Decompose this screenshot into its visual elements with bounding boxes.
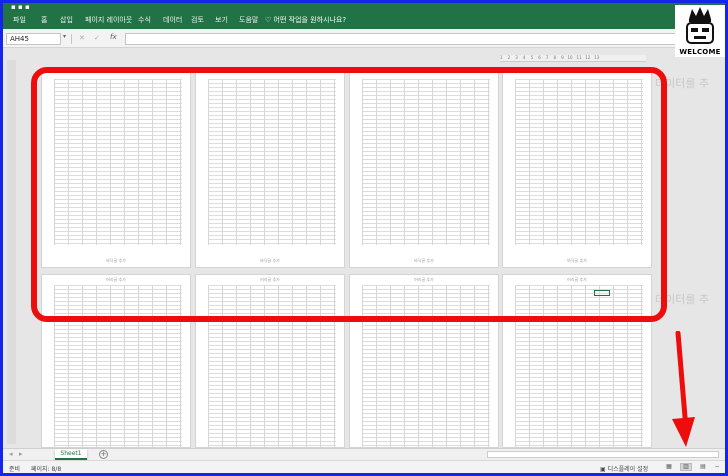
tab-review[interactable]: 검토 (191, 15, 204, 25)
ruler-col: 7 (545, 55, 549, 60)
ruler-col: 8 (553, 55, 557, 60)
quick-access-toolbar[interactable]: ▪ ▪ ▪ (11, 4, 30, 11)
tab-file[interactable]: 파일 (13, 15, 26, 25)
horizontal-scrollbar[interactable] (487, 451, 719, 458)
formula-bar: AH45 ▾ ✕ ✓ fx (3, 29, 725, 48)
name-box[interactable]: AH45 (6, 33, 61, 45)
crown-shape (689, 7, 711, 19)
crown-band (689, 19, 711, 22)
tab-page-layout[interactable]: 페이지 레이아웃 (85, 15, 132, 25)
chevron-down-icon[interactable]: ▾ (63, 33, 66, 40)
mouth (694, 36, 706, 39)
welcome-logo: WELCOME (675, 5, 725, 57)
tab-home[interactable]: 홈 (41, 15, 47, 25)
tab-data[interactable]: 데이터 (163, 15, 182, 25)
zoom-out-icon[interactable]: − (711, 463, 723, 471)
title-bar: ▪ ▪ ▪ (3, 3, 725, 12)
status-bar: 준비 페이지: 8/8 ▣ 디스플레이 설정 ▦ ▥ ▤ − (3, 460, 725, 473)
sheet-tab[interactable]: Sheet1 (55, 449, 87, 460)
arrow-shaft (675, 331, 689, 432)
lightbulb-icon: ♡ (265, 16, 272, 24)
highlight-box (31, 67, 667, 322)
left-eye (691, 28, 698, 32)
chevron-left-icon[interactable]: ◂ (9, 450, 13, 458)
logo-text: WELCOME (679, 48, 721, 56)
display-settings[interactable]: ▣ 디스플레이 설정 (600, 464, 648, 473)
tab-help[interactable]: 도움말 (239, 15, 258, 25)
right-eye (702, 28, 709, 32)
ruler-col: 1 (500, 55, 503, 60)
mascot-icon (686, 7, 714, 44)
excel-window: ▪ ▪ ▪ 파일 홈 삽입 페이지 레이아웃 수식 데이터 검토 보기 도움말 … (0, 0, 728, 476)
formula-input[interactable] (125, 33, 722, 45)
tab-insert[interactable]: 삽입 (60, 15, 73, 25)
ribbon-tabs: 파일 홈 삽입 페이지 레이아웃 수식 데이터 검토 보기 도움말 ♡ 어떤 작… (3, 12, 725, 29)
ruler-col: 12 (585, 55, 591, 60)
divider (71, 34, 72, 44)
ruler-col: 9 (561, 55, 564, 60)
ruler-col: 6 (538, 55, 541, 60)
ruler-col: 13 (594, 55, 600, 60)
arrow-down-icon (672, 331, 695, 447)
close-icon[interactable]: ✕ (79, 33, 85, 43)
ruler-col: 4 (522, 55, 526, 60)
insert-function-button[interactable]: fx (110, 33, 117, 41)
status-ready: 준비 (9, 466, 21, 473)
ruler-col: 10 (567, 55, 573, 60)
ruler-col: 5 (530, 55, 534, 60)
ruler-col: 11 (576, 55, 582, 60)
page-break-preview-icon[interactable]: ▥ (680, 463, 692, 471)
check-icon[interactable]: ✓ (94, 33, 100, 43)
page-layout-view-icon[interactable]: ▤ (697, 463, 709, 471)
vertical-ruler (7, 60, 16, 444)
normal-view-icon[interactable]: ▦ (663, 463, 675, 471)
ruler-col: 3 (515, 55, 518, 60)
tab-view[interactable]: 보기 (215, 15, 228, 25)
tell-me-search[interactable]: ♡ 어떤 작업을 원하시나요? (265, 15, 346, 25)
tell-me-label: 어떤 작업을 원하시나요? (273, 16, 347, 24)
tab-formulas[interactable]: 수식 (138, 15, 151, 25)
ruler-col: 2 (507, 55, 511, 60)
column-ruler: 1 2 3 4 5 6 7 8 9 10 11 12 13 (500, 55, 646, 62)
display-settings-label: 디스플레이 설정 (607, 466, 649, 473)
arrow-head (672, 417, 695, 447)
monitor-icon: ▣ (600, 466, 606, 473)
chevron-right-icon[interactable]: ▸ (19, 450, 23, 458)
add-sheet-button[interactable]: + (99, 450, 108, 459)
face-outline (686, 22, 714, 44)
sheet-tab-bar: ◂ ▸ Sheet1 + (3, 448, 725, 460)
page-indicator: 페이지: 8/8 (31, 466, 62, 473)
